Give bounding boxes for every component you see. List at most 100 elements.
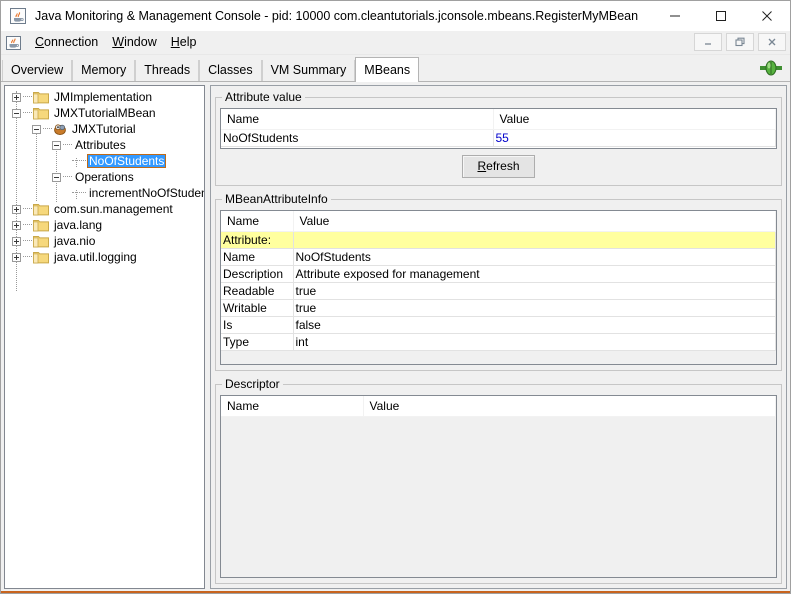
table-row[interactable]: Attribute: (221, 231, 776, 249)
column-header-value[interactable]: Value (363, 396, 776, 417)
table-row[interactable]: Description Attribute exposed for manage… (221, 265, 776, 283)
tab-mbeans[interactable]: MBeans (355, 57, 420, 82)
tree-node-operations[interactable]: Operations (5, 169, 204, 185)
jconsole-window: Java Monitoring & Management Console - p… (0, 0, 791, 594)
collapse-toggle-icon[interactable] (52, 140, 61, 150)
mbean-attribute-info-table[interactable]: Name Value Attribute: Name NoOfStudents … (220, 210, 777, 365)
expand-toggle-icon[interactable] (12, 204, 21, 214)
tree-connector-icon (23, 256, 32, 258)
tree-node-label: JMImplementation (54, 90, 153, 104)
info-name-cell[interactable]: Is (221, 316, 294, 334)
tree-connector-icon (72, 192, 86, 194)
column-header-name[interactable]: Name (221, 396, 364, 417)
info-name-cell[interactable]: Name (221, 248, 294, 266)
tree-node-label: NoOfStudents (87, 154, 167, 168)
green-plug-connected-icon[interactable] (758, 59, 784, 77)
tree-connector-icon (63, 176, 72, 178)
tree-node-label: java.lang (54, 218, 103, 232)
tree-connector-icon (43, 128, 52, 130)
table-row[interactable]: Is false (221, 316, 776, 334)
info-name-cell[interactable]: Type (221, 333, 294, 351)
tree-node-label: java.nio (54, 234, 96, 248)
tab-threads[interactable]: Threads (135, 60, 200, 81)
table-header-row: Name Value (221, 109, 776, 130)
window-controls (652, 1, 790, 30)
info-name-cell[interactable]: Writable (221, 299, 294, 317)
tabstrip-container: Overview Memory Threads Classes VM Summa… (1, 55, 790, 82)
tree-node-attributes[interactable]: Attributes (5, 137, 204, 153)
tree-node-jmxtutorialmbean[interactable]: JMXTutorialMBean (5, 105, 204, 121)
titlebar: Java Monitoring & Management Console - p… (1, 1, 790, 31)
tree-node-java-lang[interactable]: java.lang (5, 217, 204, 233)
tab-classes[interactable]: Classes (199, 60, 262, 81)
java-cup-icon (10, 7, 26, 24)
tree-node-incrementnoofstudents[interactable]: incrementNoOfStudents (5, 185, 204, 201)
mbean-attribute-info-group: MBeanAttributeInfo Name Value Attribute:… (215, 192, 782, 371)
tree-node-noofstudents[interactable]: NoOfStudents (5, 153, 204, 169)
descriptor-group: Descriptor Name Value (215, 377, 782, 584)
tab-overview[interactable]: Overview (2, 60, 73, 81)
attribute-value-cell[interactable]: 55 (492, 129, 776, 147)
menu-window[interactable]: Window (105, 33, 163, 52)
info-value-cell[interactable]: int (293, 333, 776, 351)
refresh-button[interactable]: Refresh (462, 155, 535, 178)
tree-node-java-util-logging[interactable]: java.util.logging (5, 249, 204, 265)
column-header-value[interactable]: Value (293, 211, 776, 232)
attribute-value-legend: Attribute value (225, 90, 302, 104)
tab-vm-summary[interactable]: VM Summary (261, 60, 356, 81)
table-row[interactable]: NoOfStudents 55 (221, 129, 776, 147)
close-button[interactable] (744, 1, 790, 30)
attribute-value-group: Attribute value Name Value NoOfStudents … (215, 90, 782, 186)
column-header-name[interactable]: Name (221, 109, 494, 130)
table-row[interactable]: Writable true (221, 299, 776, 317)
info-name-cell[interactable]: Readable (221, 282, 294, 300)
collapse-toggle-icon[interactable] (12, 108, 21, 118)
mbean-tree-panel[interactable]: JMImplementation JMXTutorialMBean JMXTut… (4, 85, 205, 589)
expand-toggle-icon[interactable] (12, 92, 21, 102)
java-cup-icon (6, 35, 22, 51)
attribute-name-cell[interactable]: NoOfStudents (221, 129, 494, 147)
tree-node-jmxtutorial[interactable]: JMXTutorial (5, 121, 204, 137)
tree-node-java-nio[interactable]: java.nio (5, 233, 204, 249)
expand-toggle-icon[interactable] (12, 252, 21, 262)
collapse-toggle-icon[interactable] (52, 172, 61, 182)
table-row[interactable]: Type int (221, 333, 776, 351)
info-name-cell[interactable]: Description (221, 265, 294, 283)
internal-minimize-button[interactable] (694, 33, 722, 51)
internal-close-button[interactable] (758, 33, 786, 51)
attribute-value-table[interactable]: Name Value NoOfStudents 55 (220, 108, 777, 149)
refresh-row: Refresh (220, 149, 777, 180)
column-header-name[interactable]: Name (221, 211, 294, 232)
menu-help[interactable]: Help (164, 33, 204, 52)
internal-restore-button[interactable] (726, 33, 754, 51)
info-value-cell[interactable] (293, 231, 776, 249)
minimize-button[interactable] (652, 1, 698, 30)
tab-memory[interactable]: Memory (72, 60, 136, 81)
tree-node-label: JMXTutorial (72, 122, 136, 136)
info-value-cell[interactable]: NoOfStudents (293, 248, 776, 266)
info-value-cell[interactable]: true (293, 299, 776, 317)
info-value-cell[interactable]: Attribute exposed for management (293, 265, 776, 283)
menu-connection[interactable]: Connection (28, 33, 105, 52)
folder-icon (33, 235, 49, 248)
tree-node-jmimplementation[interactable]: JMImplementation (5, 89, 204, 105)
bottom-accent-bar (1, 591, 790, 593)
tabstrip: Overview Memory Threads Classes VM Summa… (1, 55, 790, 82)
expand-toggle-icon[interactable] (12, 220, 21, 230)
descriptor-table[interactable]: Name Value (220, 395, 777, 578)
table-row[interactable]: Readable true (221, 282, 776, 300)
mbean-icon (53, 122, 67, 136)
folder-icon (33, 219, 49, 232)
folder-icon (33, 203, 49, 216)
tree-node-com-sun-management[interactable]: com.sun.management (5, 201, 204, 217)
tree-node-label: Attributes (75, 138, 126, 152)
info-value-cell[interactable]: false (293, 316, 776, 334)
table-row[interactable]: Name NoOfStudents (221, 248, 776, 266)
maximize-button[interactable] (698, 1, 744, 30)
collapse-toggle-icon[interactable] (32, 124, 41, 134)
column-header-value[interactable]: Value (493, 109, 776, 130)
info-value-cell[interactable]: true (293, 282, 776, 300)
expand-toggle-icon[interactable] (12, 236, 21, 246)
menubar: Connection Window Help (1, 31, 790, 55)
info-name-cell[interactable]: Attribute: (221, 231, 294, 249)
